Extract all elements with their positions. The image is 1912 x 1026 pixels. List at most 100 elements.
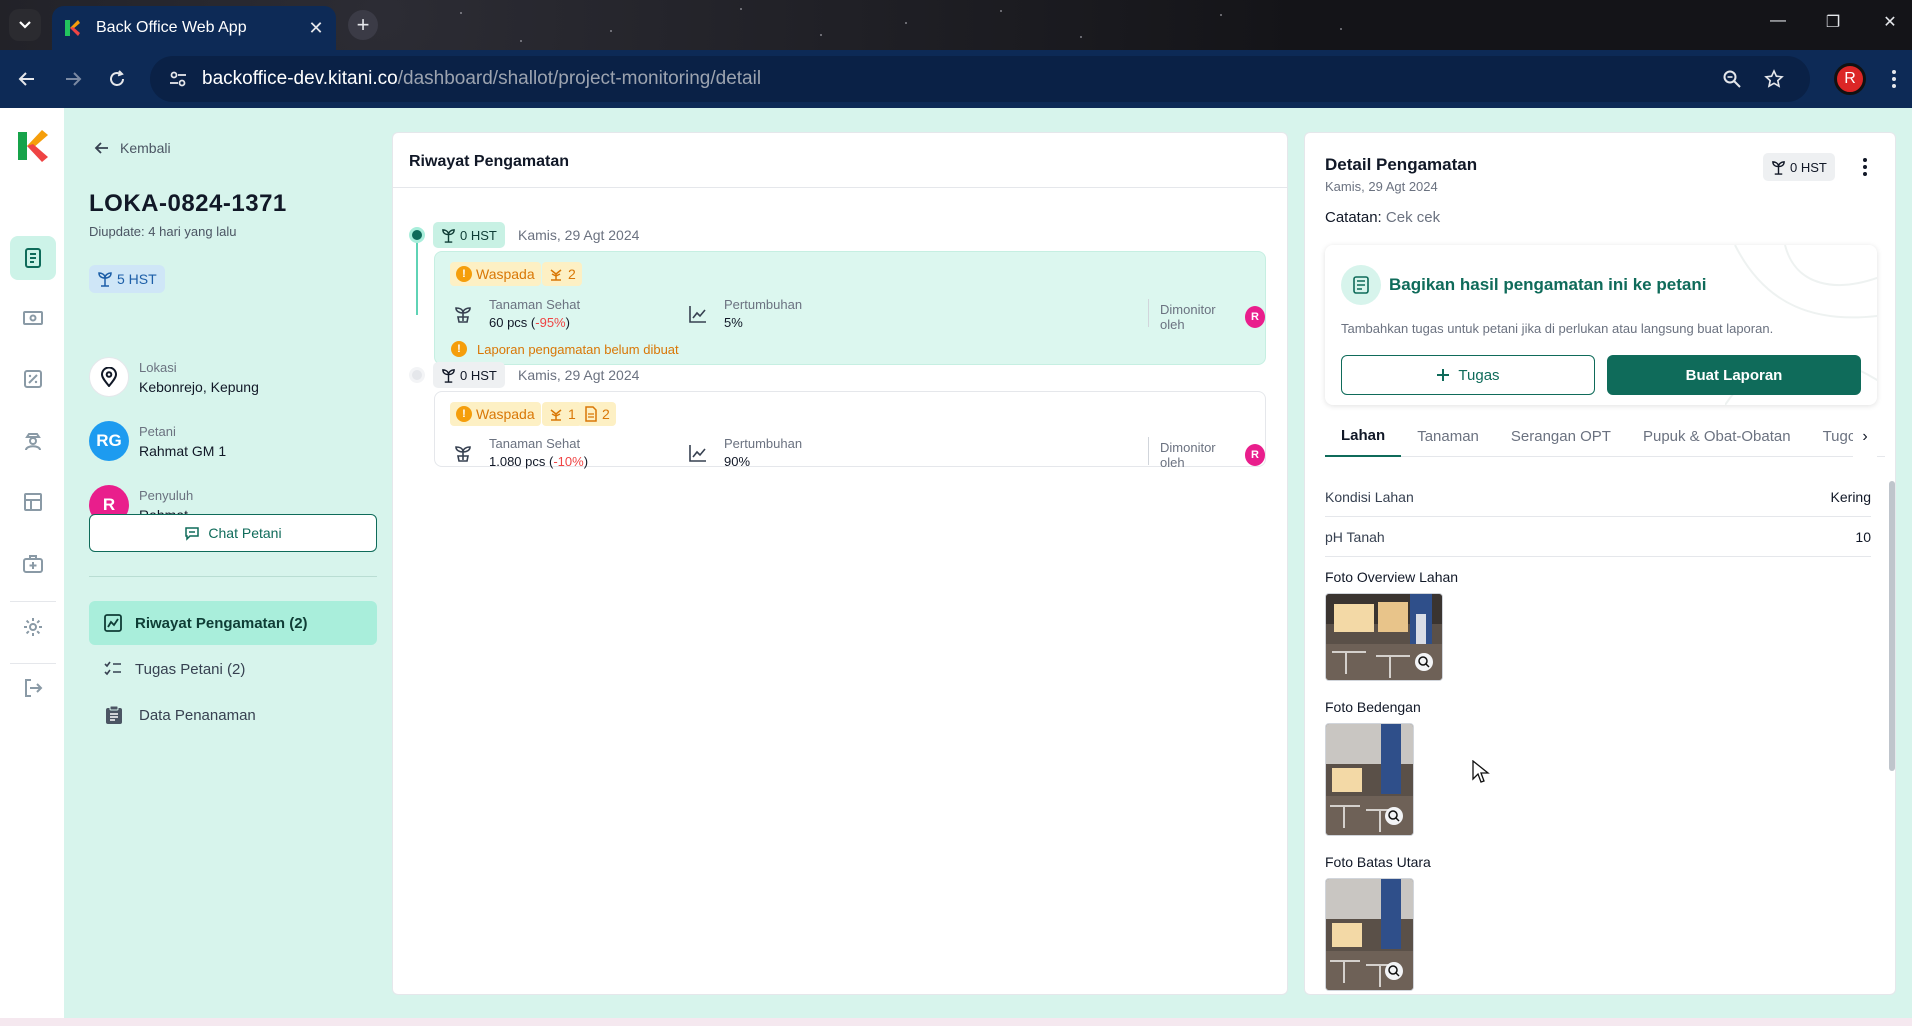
timeline-dot — [409, 367, 425, 383]
monitored-by: Dimonitor oleh R — [1160, 302, 1265, 332]
restore-icon[interactable]: ❐ — [1818, 12, 1848, 32]
monitor-avatar: R — [1244, 444, 1265, 466]
back-link[interactable]: Kembali — [94, 140, 171, 156]
profile-avatar[interactable]: R — [1834, 63, 1866, 95]
divider — [393, 187, 1287, 188]
location-row: Lokasi Kebonrejo, Kepung — [89, 357, 259, 397]
detail-tabs: Lahan Tanaman Serangan OPT Pupuk & Obat-… — [1325, 417, 1885, 457]
project-info-panel: Kembali LOKA-0824-1371 Diupdate: 4 hari … — [64, 108, 384, 1018]
zoom-icon[interactable] — [1718, 65, 1746, 93]
browser-menu-icon[interactable] — [1880, 65, 1908, 93]
percent-nav-icon[interactable] — [10, 357, 56, 401]
menu-item-history[interactable]: Riwayat Pengamatan (2) — [89, 601, 377, 645]
detail-hst-badge: 0 HST — [1763, 153, 1835, 181]
tab-lahan[interactable]: Lahan — [1325, 417, 1402, 457]
cafe-photo — [1326, 879, 1413, 990]
detail-title: Detail Pengamatan — [1325, 155, 1478, 174]
trend-chart-icon — [686, 302, 710, 326]
monitored-by: Dimonitor oleh R — [1160, 440, 1265, 470]
photo-thumbnail[interactable] — [1325, 878, 1414, 991]
history-title: Riwayat Pengamatan — [409, 153, 570, 170]
updated-text: Diupdate: 4 hari yang lalu — [89, 224, 237, 239]
address-bar[interactable]: backoffice-dev.kitani.co/dashboard/shall… — [150, 56, 1810, 102]
warning-icon: ! — [451, 341, 467, 357]
field-row: pH Tanah 10 — [1325, 517, 1871, 557]
status-chip: ! Waspada — [450, 402, 541, 426]
history-panel: Riwayat Pengamatan 0 HST Kamis, 29 Agt 2… — [392, 132, 1288, 995]
menu-item-tasks[interactable]: Tugas Petani (2) — [89, 647, 377, 691]
observation-card[interactable]: ! Waspada 1 2 Tanaman Sehat 1.080 pcs (-… — [434, 391, 1266, 470]
browser-tab-bar: Back Office Web App ✕ + — ❐ ✕ — [0, 0, 1912, 50]
photo-label: Foto Bedengan — [1325, 699, 1421, 715]
document-count-chip: 2 — [578, 402, 616, 426]
kitani-logo[interactable] — [12, 126, 52, 166]
observation-card[interactable]: ! Waspada 2 Tanaman Sehat 60 pcs (-95%) … — [434, 251, 1266, 365]
photo-label: Foto Overview Lahan — [1325, 569, 1459, 585]
report-icon — [1341, 265, 1381, 305]
share-description: Tambahkan tugas untuk petani jika di per… — [1341, 321, 1774, 336]
location-value: Kebonrejo, Kepung — [139, 378, 259, 395]
rail-divider — [10, 601, 56, 602]
location-label: Lokasi — [139, 359, 177, 375]
gear-icon[interactable] — [10, 605, 56, 649]
minimize-icon[interactable]: — — [1763, 12, 1793, 30]
entry-date: Kamis, 29 Agt 2024 — [518, 227, 640, 243]
add-task-button[interactable]: Tugas — [1341, 355, 1595, 395]
money-nav-icon[interactable] — [10, 296, 56, 340]
chat-icon — [185, 527, 200, 541]
entry-hst-badge: 0 HST — [433, 362, 505, 388]
growth-stat: Pertumbuhan 5% — [686, 297, 802, 330]
farmer-value: Rahmat GM 1 — [139, 442, 227, 459]
menu-item-planting-data[interactable]: Data Penanaman — [89, 693, 377, 737]
layout-nav-icon[interactable] — [10, 480, 56, 524]
detail-panel: Detail Pengamatan Kamis, 29 Agt 2024 0 H… — [1304, 132, 1896, 995]
tabs-scroll-right-icon[interactable]: › — [1853, 417, 1877, 457]
close-window-icon[interactable]: ✕ — [1875, 12, 1905, 32]
timeline-dot-active — [409, 227, 425, 243]
close-tab-icon[interactable]: ✕ — [306, 18, 326, 39]
url-text: backoffice-dev.kitani.co/dashboard/shall… — [202, 68, 762, 89]
detail-date: Kamis, 29 Agt 2024 — [1325, 179, 1438, 194]
chat-farmer-button[interactable]: Chat Petani — [89, 514, 377, 552]
healthy-plants-stat: Tanaman Sehat 60 pcs (-95%) — [451, 297, 580, 330]
farmer-nav-icon[interactable] — [10, 419, 56, 463]
farmer-label: Petani — [139, 423, 176, 439]
sprout-icon — [98, 272, 112, 287]
pest-count-chip: 1 — [542, 402, 582, 426]
forward-arrow-icon[interactable] — [58, 64, 88, 94]
back-arrow-icon[interactable] — [12, 64, 42, 94]
photo-label: Foto Batas Utara — [1325, 854, 1431, 870]
photo-thumbnail[interactable] — [1325, 723, 1414, 836]
tab-search-button[interactable] — [9, 9, 41, 41]
rail-divider — [10, 663, 56, 664]
pest-count-chip: 2 — [542, 262, 582, 286]
scrollbar-thumb[interactable] — [1889, 481, 1895, 771]
new-tab-button[interactable]: + — [348, 10, 378, 40]
report-warning: ! Laporan pengamatan belum dibuat — [451, 341, 679, 357]
bookmark-star-icon[interactable] — [1760, 65, 1788, 93]
clipboard-icon — [106, 705, 122, 724]
document-icon — [585, 406, 597, 422]
plant-icon — [550, 409, 562, 421]
tab-pupuk-obat[interactable]: Pupuk & Obat-Obatan — [1627, 417, 1807, 457]
tab-tanaman[interactable]: Tanaman — [1401, 417, 1495, 457]
photo-thumbnail[interactable] — [1325, 593, 1443, 681]
site-settings-icon[interactable] — [166, 67, 190, 91]
medkit-nav-icon[interactable] — [10, 542, 56, 586]
plus-icon — [1437, 369, 1450, 381]
browser-tab[interactable]: Back Office Web App ✕ — [52, 6, 336, 50]
reload-icon[interactable] — [102, 64, 132, 94]
sprout-icon — [1772, 160, 1785, 175]
document-nav-icon[interactable] — [10, 236, 56, 280]
project-code: LOKA-0824-1371 — [89, 190, 287, 217]
share-card: Bagikan hasil pengamatan ini ke petani T… — [1325, 245, 1877, 405]
tab-serangan-opt[interactable]: Serangan OPT — [1495, 417, 1627, 457]
back-label: Kembali — [120, 140, 171, 156]
cafe-photo — [1326, 724, 1413, 835]
create-report-button[interactable]: Buat Laporan — [1607, 355, 1861, 395]
more-options-icon[interactable] — [1853, 153, 1877, 181]
chart-icon — [104, 614, 122, 632]
logout-icon[interactable] — [10, 666, 56, 710]
extension-label: Penyuluh — [139, 487, 194, 503]
warning-icon: ! — [456, 266, 472, 282]
